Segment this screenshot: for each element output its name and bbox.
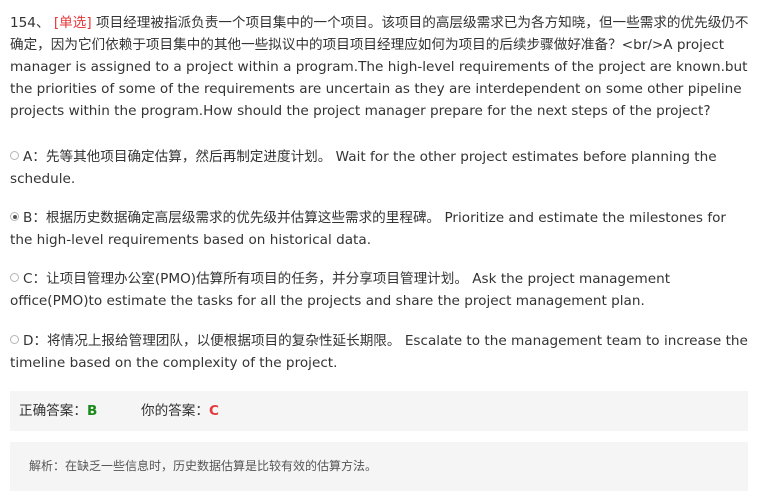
option-c[interactable]: C：让项目管理办公室(PMO)估算所有项目的任务，并分享项目管理计划。 Ask … (10, 268, 752, 312)
answer-panel: 正确答案：B 你的答案：C (10, 391, 748, 431)
your-answer-label: 你的答案： (141, 403, 209, 419)
your-answer-value: C (208, 403, 219, 419)
question-type-tag: [单选] (53, 15, 92, 31)
option-b-label: B：根据历史数据确定高层级需求的优先级并估算这些需求的里程碑。 Prioriti… (10, 210, 727, 248)
correct-answer: 正确答案：B (19, 391, 97, 431)
option-c-radio[interactable] (10, 273, 19, 282)
option-d[interactable]: D：将情况上报给管理团队，以便根据项目的复杂性延长期限。 Escalate to… (10, 330, 752, 374)
question-body: 项目经理被指派负责一个项目集中的一个项目。该项目的高层级需求已为各方知晓，但一些… (10, 15, 749, 119)
question-text-block: 154、 [单选] 项目经理被指派负责一个项目集中的一个项目。该项目的高层级需求… (10, 12, 752, 122)
option-a[interactable]: A：先等其他项目确定估算，然后再制定进度计划。 Wait for the oth… (10, 146, 752, 190)
correct-answer-value: B (86, 403, 98, 419)
correct-answer-label: 正确答案： (19, 403, 87, 419)
option-c-label: C：让项目管理办公室(PMO)估算所有项目的任务，并分享项目管理计划。 Ask … (10, 271, 671, 309)
option-b[interactable]: B：根据历史数据确定高层级需求的优先级并估算这些需求的里程碑。 Prioriti… (10, 207, 752, 251)
explanation-panel: 解析：在缺乏一些信息时，历史数据估算是比较有效的估算方法。 (10, 442, 748, 491)
option-d-radio[interactable] (10, 335, 19, 344)
your-answer: 你的答案：C (141, 391, 219, 431)
option-a-radio[interactable] (10, 151, 19, 160)
explanation-text: 解析：在缺乏一些信息时，历史数据估算是比较有效的估算方法。 (29, 459, 378, 473)
option-d-label: D：将情况上报给管理团队，以便根据项目的复杂性延长期限。 Escalate to… (10, 333, 748, 371)
question-number: 154、 (10, 15, 50, 31)
option-a-label: A：先等其他项目确定估算，然后再制定进度计划。 Wait for the oth… (10, 149, 717, 187)
option-b-radio[interactable] (10, 212, 19, 221)
